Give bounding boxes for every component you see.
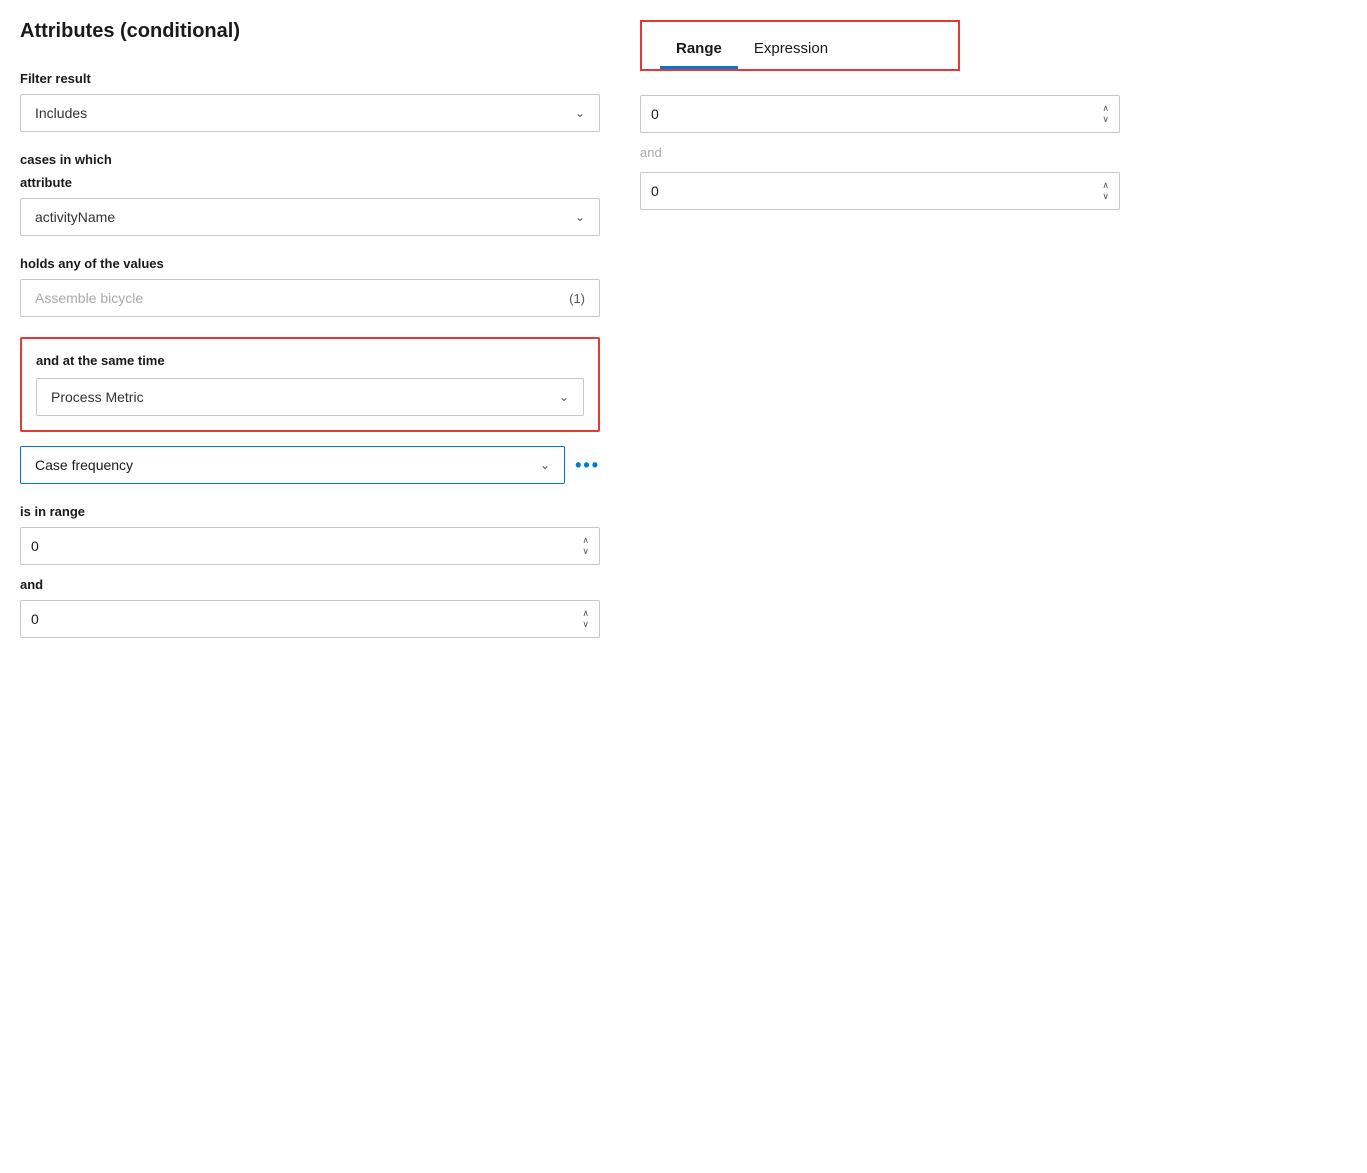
tabs-container: Range Expression bbox=[640, 20, 960, 71]
case-frequency-row: Case frequency ⌄ ••• bbox=[20, 446, 600, 484]
values-count: (1) bbox=[569, 291, 585, 306]
process-metric-value: Process Metric bbox=[51, 389, 144, 405]
and-at-same-time-section: and at the same time Process Metric ⌄ bbox=[20, 337, 600, 432]
case-frequency-dropdown[interactable]: Case frequency ⌄ bbox=[20, 446, 565, 484]
attribute-dropdown[interactable]: activityName ⌄ bbox=[20, 198, 600, 236]
ellipsis-button[interactable]: ••• bbox=[575, 455, 600, 476]
spinner-arrows-1: ∧ ∨ bbox=[582, 536, 589, 556]
holds-any-label: holds any of the values bbox=[20, 256, 600, 271]
filter-result-dropdown[interactable]: Includes ⌄ bbox=[20, 94, 600, 132]
values-field[interactable]: Assemble bicycle (1) bbox=[20, 279, 600, 317]
tab-range[interactable]: Range bbox=[660, 32, 738, 69]
filter-result-label: Filter result bbox=[20, 71, 600, 86]
and-label-1: and bbox=[20, 577, 600, 592]
right-and-label: and bbox=[640, 145, 1347, 160]
spinner-down-icon-1[interactable]: ∨ bbox=[582, 547, 589, 556]
chevron-down-icon: ⌄ bbox=[575, 106, 585, 120]
chevron-down-icon-3: ⌄ bbox=[559, 390, 569, 404]
range-spinner-2[interactable]: 0 ∧ ∨ bbox=[20, 600, 600, 638]
range-spinner-1[interactable]: 0 ∧ ∨ bbox=[20, 527, 600, 565]
spinner-up-icon-2[interactable]: ∧ bbox=[582, 609, 589, 618]
left-panel: Attributes (conditional) Filter result I… bbox=[20, 20, 600, 650]
and-at-same-time-label: and at the same time bbox=[36, 353, 584, 368]
values-placeholder: Assemble bicycle bbox=[35, 290, 143, 306]
right-spinner-up-1[interactable]: ∧ bbox=[1102, 104, 1109, 113]
right-range-value-1: 0 bbox=[651, 106, 659, 122]
case-frequency-value: Case frequency bbox=[35, 457, 133, 473]
spinner-down-icon-2[interactable]: ∨ bbox=[582, 620, 589, 629]
process-metric-dropdown[interactable]: Process Metric ⌄ bbox=[36, 378, 584, 416]
attribute-value: activityName bbox=[35, 209, 115, 225]
right-spinner-arrows-1: ∧ ∨ bbox=[1102, 104, 1109, 124]
right-spinner-up-2[interactable]: ∧ bbox=[1102, 181, 1109, 190]
spinner-up-icon-1[interactable]: ∧ bbox=[582, 536, 589, 545]
right-spinner-down-1[interactable]: ∨ bbox=[1102, 115, 1109, 124]
right-range-value-2: 0 bbox=[651, 183, 659, 199]
is-in-range-label: is in range bbox=[20, 504, 600, 519]
tab-expression[interactable]: Expression bbox=[738, 32, 844, 69]
right-range-spinner-1[interactable]: 0 ∧ ∨ bbox=[640, 95, 1120, 133]
right-spinner-down-2[interactable]: ∨ bbox=[1102, 192, 1109, 201]
right-panel: Range Expression 0 ∧ ∨ and 0 ∧ ∨ bbox=[640, 20, 1347, 650]
right-spinner-arrows-2: ∧ ∨ bbox=[1102, 181, 1109, 201]
chevron-down-icon-4: ⌄ bbox=[540, 458, 550, 472]
page-title: Attributes (conditional) bbox=[20, 20, 600, 43]
range-value-2: 0 bbox=[31, 611, 39, 627]
filter-result-value: Includes bbox=[35, 105, 87, 121]
cases-in-which-label: cases in which bbox=[20, 152, 600, 167]
attribute-label: attribute bbox=[20, 175, 600, 190]
range-value-1: 0 bbox=[31, 538, 39, 554]
chevron-down-icon-2: ⌄ bbox=[575, 210, 585, 224]
right-range-spinner-2[interactable]: 0 ∧ ∨ bbox=[640, 172, 1120, 210]
spinner-arrows-2: ∧ ∨ bbox=[582, 609, 589, 629]
